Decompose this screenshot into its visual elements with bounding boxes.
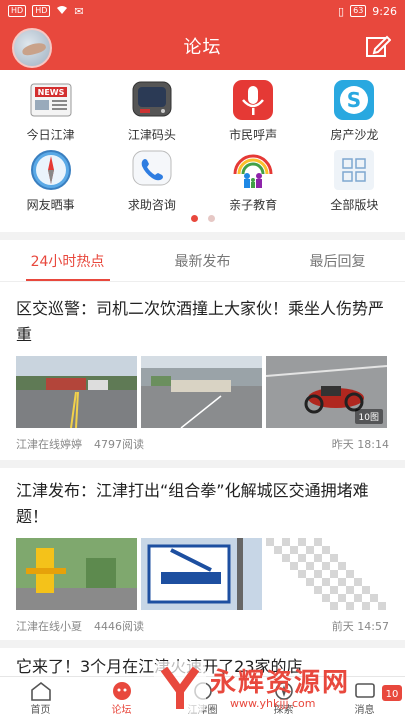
compass-icon xyxy=(29,148,73,192)
forum-icon xyxy=(112,682,131,700)
nav-home[interactable]: 首页 xyxy=(0,677,81,720)
thumbnail-image[interactable] xyxy=(16,538,137,610)
page-dot[interactable] xyxy=(207,215,215,222)
tab-latest[interactable]: 最新发布 xyxy=(135,240,270,281)
article-reads: 4446阅读 xyxy=(94,620,144,633)
list-item[interactable]: 区交巡警：司机二次饮酒撞上大家伙！乘坐人伤势严重 10图 江津在线婷婷 4797… xyxy=(0,296,405,452)
section-label: 网友晒事 xyxy=(26,198,75,212)
section-label: 市民呼声 xyxy=(229,128,278,142)
article-reads: 4797阅读 xyxy=(94,438,144,451)
section-jiangjin-pier[interactable]: 江津码头 xyxy=(101,72,202,142)
image-count-badge: 10图 xyxy=(354,409,383,424)
wifi-icon xyxy=(56,5,68,18)
svg-text:NEWS: NEWS xyxy=(37,88,64,97)
grid-icon xyxy=(332,148,376,192)
section-netizen-share[interactable]: 网友晒事 xyxy=(0,142,101,212)
hd-badge: HD xyxy=(8,5,27,17)
section-label: 江津码头 xyxy=(127,128,176,142)
skype-icon: S xyxy=(332,78,376,122)
app-header: 论坛 xyxy=(0,22,405,70)
section-divider xyxy=(0,232,405,240)
article-divider xyxy=(0,640,405,648)
article-title[interactable]: 区交巡警：司机二次饮酒撞上大家伙！乘坐人伤势严重 xyxy=(0,296,405,348)
section-all-boards[interactable]: 全部版块 xyxy=(304,142,405,212)
compose-icon[interactable] xyxy=(365,34,392,58)
article-author: 江津在线婷婷 xyxy=(16,438,82,451)
nav-label: 论坛 xyxy=(111,705,132,716)
nav-label: 首页 xyxy=(30,705,51,716)
section-label: 求助咨询 xyxy=(127,198,176,212)
thumbnail-image[interactable]: 10图 xyxy=(266,356,387,428)
avatar[interactable] xyxy=(12,28,52,68)
section-citizen-voice[interactable]: 市民呼声 xyxy=(203,72,304,142)
watermark-text: 永辉资源网 xyxy=(210,668,351,698)
feed-tabs: 24小时热点 最新发布 最后回复 xyxy=(0,240,405,282)
section-label: 今日江津 xyxy=(26,128,75,142)
list-item[interactable]: 江津发布：江津打出“组合拳”化解城区交通拥堵难题！ 江津在线小夏 4446阅读 … xyxy=(0,478,405,634)
thumbnail-image[interactable] xyxy=(141,356,262,428)
hd-badge-2: HD xyxy=(32,5,51,17)
section-label: 全部版块 xyxy=(330,198,379,212)
phone-icon xyxy=(130,148,174,192)
microphone-icon xyxy=(231,78,275,122)
newspaper-icon: NEWS xyxy=(29,78,73,122)
article-title[interactable]: 江津发布：江津打出“组合拳”化解城区交通拥堵难题！ xyxy=(0,478,405,530)
thumbnail-image-loading[interactable] xyxy=(266,538,387,610)
notification-icon: ✉ xyxy=(74,4,84,18)
article-meta: 江津在线婷婷 4797阅读 昨天 18:14 xyxy=(0,436,405,452)
clock: 9:26 xyxy=(372,4,397,18)
tv-icon xyxy=(130,78,174,122)
status-bar: HD HD ✉ ▯ 63 9:26 xyxy=(0,0,405,22)
section-label: 亲子教育 xyxy=(229,198,278,212)
family-icon xyxy=(231,148,275,192)
article-time: 昨天 18:14 xyxy=(331,438,389,451)
watermark-url: www.yhkjjj.com xyxy=(230,697,316,710)
article-time: 前天 14:57 xyxy=(331,620,389,633)
section-real-estate[interactable]: S 房产沙龙 xyxy=(304,72,405,142)
svg-text:S: S xyxy=(347,88,361,112)
home-icon xyxy=(30,681,51,701)
section-label: 房产沙龙 xyxy=(330,128,379,142)
vibrate-icon: ▯ xyxy=(338,4,345,18)
article-divider xyxy=(0,460,405,468)
thumbnail-image[interactable] xyxy=(141,538,262,610)
section-help-consult[interactable]: 求助咨询 xyxy=(101,142,202,212)
page-title: 论坛 xyxy=(183,37,222,58)
article-meta: 江津在线小夏 4446阅读 前天 14:57 xyxy=(0,618,405,634)
article-thumbnails xyxy=(0,538,405,610)
section-today-jiangjin[interactable]: NEWS 今日江津 xyxy=(0,72,101,142)
article-author: 江津在线小夏 xyxy=(16,620,82,633)
thumbnail-image[interactable] xyxy=(16,356,137,428)
page-indicator xyxy=(0,215,405,222)
watermark-badge: 10 xyxy=(386,689,399,700)
battery-level: 63 xyxy=(350,5,367,17)
tab-24h-hot[interactable]: 24小时热点 xyxy=(0,240,135,281)
tab-last-reply[interactable]: 最后回复 xyxy=(270,240,405,281)
page-dot-active xyxy=(190,215,198,222)
forum-sections-grid: NEWS 今日江津 江津码头 市民呼声 S 房产沙龙 网友晒事 求助咨询 亲子教… xyxy=(0,72,405,212)
article-thumbnails: 10图 xyxy=(0,356,405,428)
section-parenting[interactable]: 亲子教育 xyxy=(203,142,304,212)
